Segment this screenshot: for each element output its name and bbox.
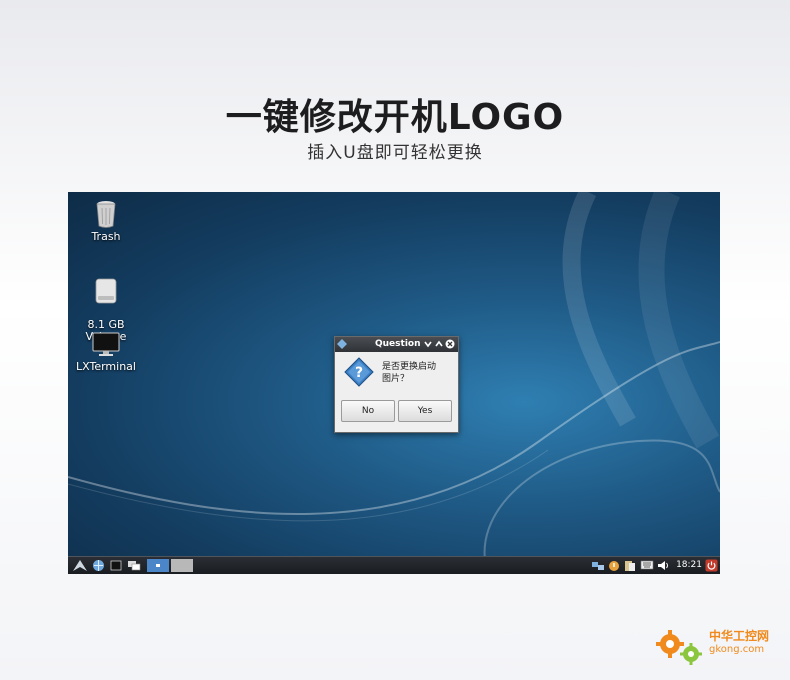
network-icon[interactable]	[591, 559, 605, 572]
desktop-icon-label: LXTerminal	[76, 360, 136, 373]
gear-logo-icon	[656, 630, 702, 665]
no-button[interactable]: No	[341, 400, 395, 422]
dialog-message: 是否更换启动 图片？	[382, 361, 436, 385]
watermark-cn: 中华工控网	[709, 629, 770, 643]
question-icon: ?	[344, 357, 374, 387]
minimize-button[interactable]	[423, 339, 433, 349]
chevron-up-icon	[435, 340, 443, 347]
desktop-screen: Trash 8.1 GB Volume LXTerminal Question	[68, 192, 720, 574]
chevron-down-icon	[424, 341, 432, 348]
taskbar-window-question[interactable]	[147, 559, 169, 572]
desktop-icon-lxterminal[interactable]: LXTerminal	[68, 332, 144, 373]
desktop-icon-label: Trash	[91, 230, 121, 243]
taskbar-window-blank[interactable]	[171, 559, 193, 572]
svg-text:?: ?	[355, 365, 363, 381]
promo-headline: 一键修改开机LOGO	[225, 97, 565, 138]
menu-logo-icon[interactable]	[72, 559, 88, 572]
keyboard-icon[interactable]	[640, 559, 654, 572]
close-icon	[445, 339, 455, 349]
dialog-titlebar[interactable]: Question	[335, 337, 458, 352]
browser-icon[interactable]	[92, 559, 105, 572]
trash-icon	[96, 201, 116, 228]
desktop-icon-trash[interactable]: Trash	[68, 200, 144, 243]
watermark: 中华工控网 gkong.com	[653, 622, 783, 670]
watermark-en: gkong.com	[709, 644, 765, 655]
dialog-message-line: 是否更换启动	[382, 362, 437, 372]
monitor-icon	[92, 332, 120, 356]
dialog-message-line: 图片？	[382, 374, 410, 384]
taskbar-clock[interactable]: 18:21	[676, 559, 702, 572]
power-icon[interactable]	[705, 559, 718, 572]
question-dialog: Question ? 是否更换启动 图片？ No Yes	[334, 336, 459, 433]
close-button[interactable]	[445, 339, 455, 349]
taskbar: 18:21	[68, 556, 720, 574]
dialog-title: Question	[375, 339, 421, 349]
update-icon[interactable]	[607, 559, 621, 572]
volume-icon[interactable]	[656, 559, 670, 572]
promo-subheadline: 插入U盘即可轻松更换	[307, 143, 483, 163]
maximize-button[interactable]	[434, 339, 444, 349]
app-diamond-icon	[337, 339, 347, 349]
windows-icon[interactable]	[127, 559, 141, 572]
yes-button[interactable]: Yes	[398, 400, 452, 422]
clipboard-icon[interactable]	[623, 559, 637, 572]
terminal-icon[interactable]	[110, 559, 122, 572]
drive-icon	[95, 278, 117, 304]
